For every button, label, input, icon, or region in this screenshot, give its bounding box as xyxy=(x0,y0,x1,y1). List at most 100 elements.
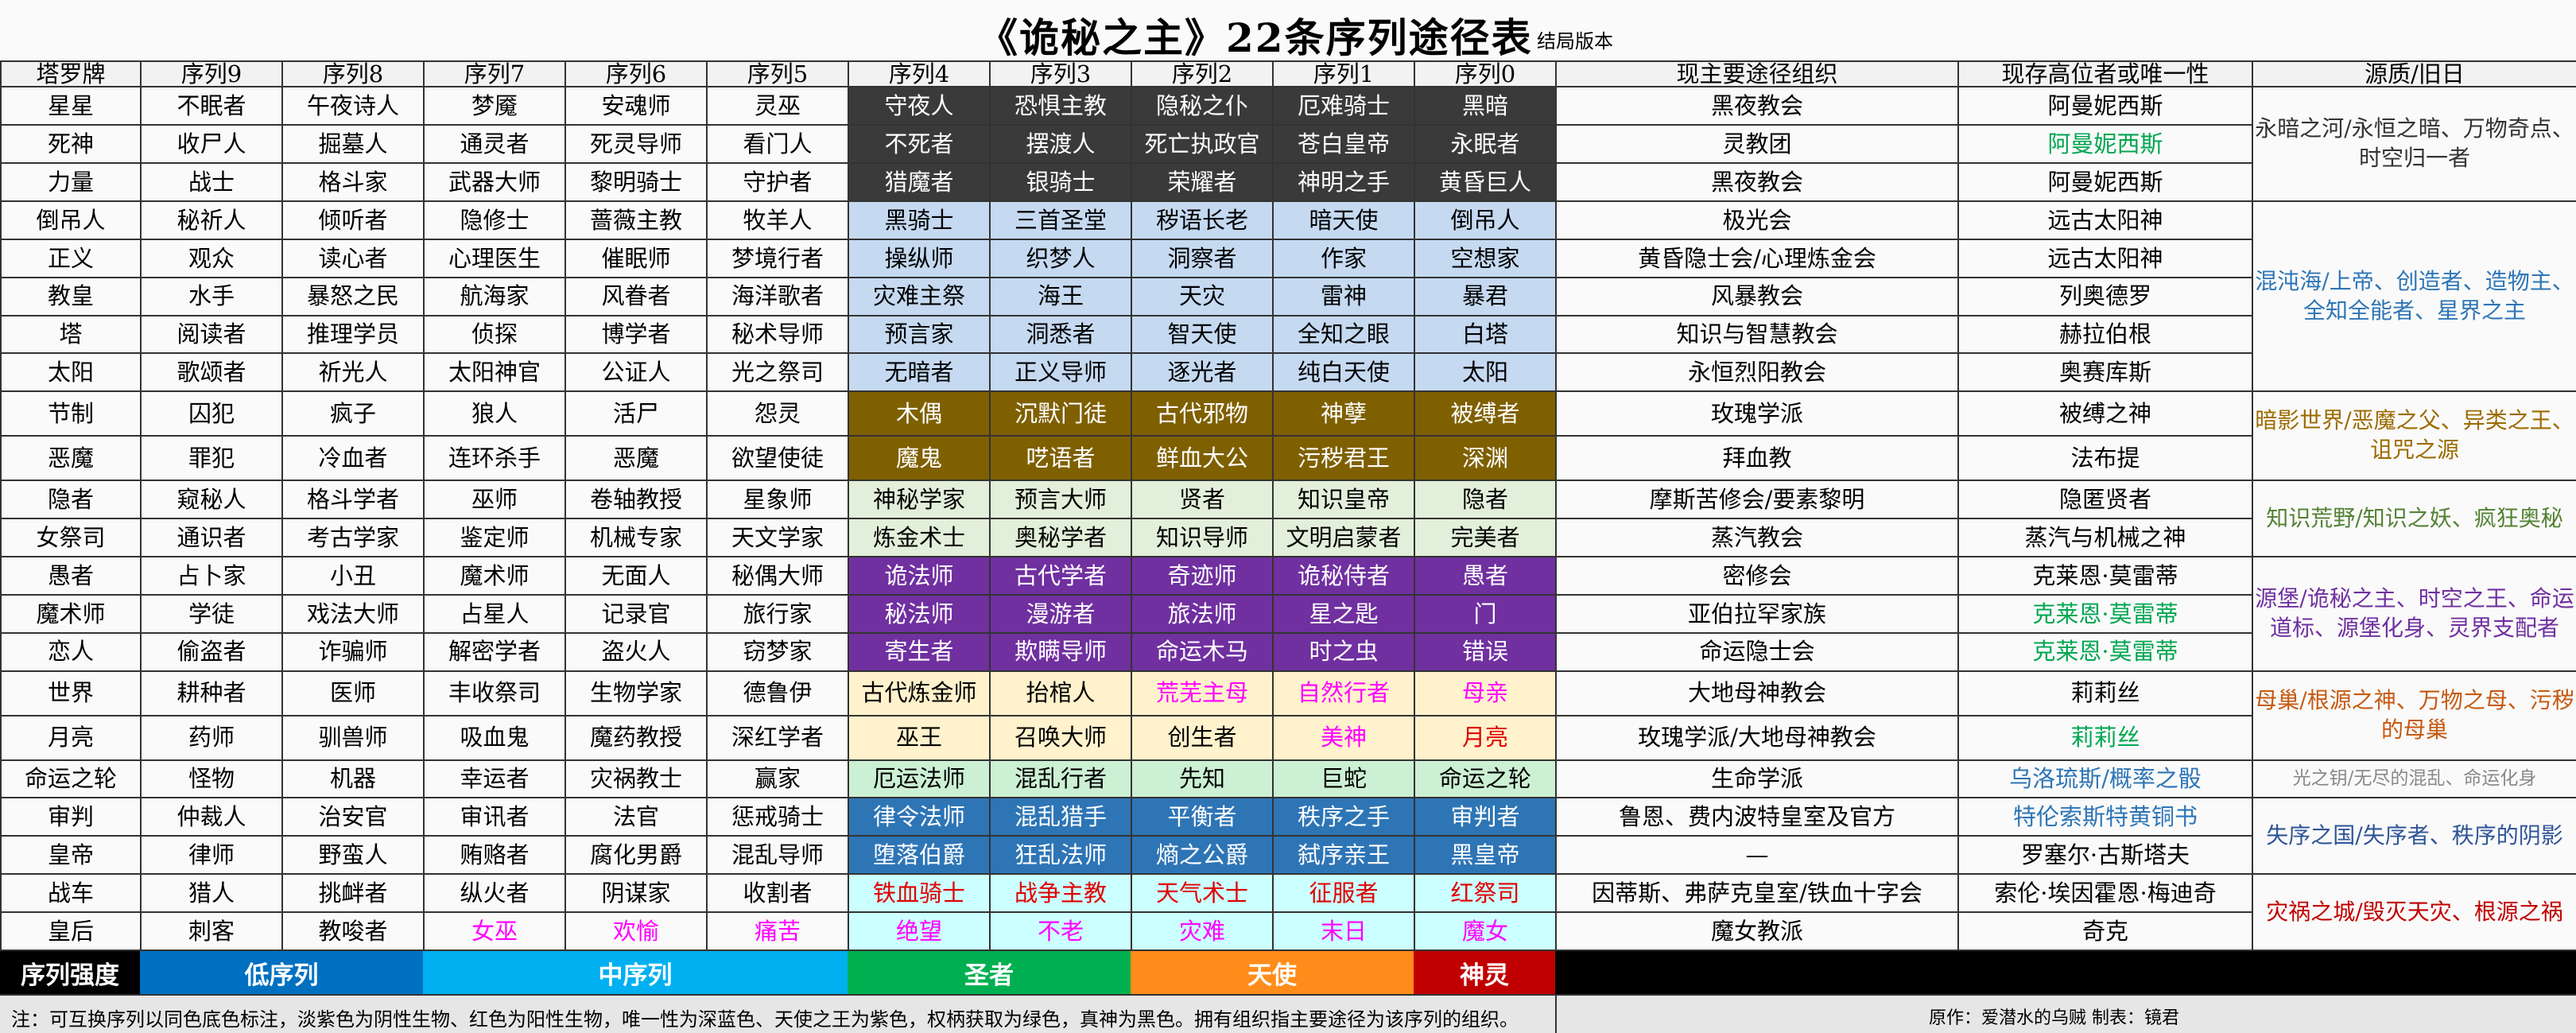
sequence-cell: 巫王 xyxy=(848,714,991,761)
holder-cell: 阿曼妮西斯 xyxy=(1957,86,2253,126)
sequence-cell: 推理学员 xyxy=(281,314,425,355)
sequence-cell: 罪犯 xyxy=(140,435,283,482)
organization-cell: 风暴教会 xyxy=(1555,276,1959,317)
sequence-cell: 挑衅者 xyxy=(281,873,425,914)
organization-cell: 鲁恩、费内波特皇室及官方 xyxy=(1555,797,1959,837)
table-row: 魔术师 学徒 戏法大师 占星人 记录官 旅行家 秘法师 漫游者 旅法师 星之匙门亚伯拉罕家族 克莱恩… xyxy=(0,593,2576,634)
sequence-cell: 小丑 xyxy=(281,556,425,596)
sequence-cell: 鲜血大公 xyxy=(1131,435,1274,482)
organization-cell: 知识与智慧教会 xyxy=(1555,314,1959,355)
sequence-cell: 创生者 xyxy=(1131,714,1274,761)
sequence-cell: 魔药教授 xyxy=(564,714,708,761)
sequence-cell: 秩序之手 xyxy=(1272,797,1415,837)
column-header: 序列1 xyxy=(1272,60,1415,88)
sequence-cell: 愚者 xyxy=(1414,556,1557,596)
sequence-cell: 征服者 xyxy=(1272,873,1415,914)
sequence-cell: 幸运者 xyxy=(423,759,566,799)
sequence-cell: 荣耀者 xyxy=(1131,162,1274,203)
table-row: 倒吊人 秘祈人 倾听者 隐修士 蔷薇主教 牧羊人 黑骑士 三首圣堂 秽语长老 暗天使 倒吊人 极光会远… xyxy=(0,200,2576,393)
sequence-cell: 诡秘侍者 xyxy=(1272,556,1415,596)
sequence-cell: 荒芜主母 xyxy=(1131,670,1274,716)
table-row: 皇帝 律师 野蛮人 贿赂者 腐化男爵 混乱导师 堕落伯爵 狂乱法师 熵之公爵 弑序亲王 黑皇帝 — 罗塞… xyxy=(0,835,2576,876)
sequence-cell: 魔女 xyxy=(1414,911,1557,951)
sequence-cell: 银骑士 xyxy=(989,162,1132,203)
sequence-cell: 海洋歌者 xyxy=(706,276,849,317)
sequence-cell: 疯子 xyxy=(281,390,425,437)
sequence-cell: 不死者 xyxy=(848,124,991,165)
sequence-cell: 生物学家 xyxy=(564,670,708,716)
sequence-cell: 狂乱法师 xyxy=(989,835,1132,876)
column-header: 序列6 xyxy=(564,60,708,88)
sequence-cell: 吸血鬼 xyxy=(423,714,566,761)
table-row: 世界 耕种者 医师 丰收祭司 生物学家 德鲁伊 古代炼金师 抬棺人 荒芜主母 自然行者 母亲 大地母神… xyxy=(0,670,2576,761)
sequence-cell: 木偶 xyxy=(848,390,991,437)
column-header: 序列7 xyxy=(423,60,566,88)
sequence-cell: 蔷薇主教 xyxy=(564,200,708,240)
tarot-cell: 战车 xyxy=(0,873,142,914)
sequence-cell: 黄昏巨人 xyxy=(1414,162,1557,203)
page-title: 《诡秘之主》22条序列途径表 xyxy=(978,14,1533,61)
sequence-cell: 水手 xyxy=(140,276,283,317)
table-row: 太阳 歌颂者 祈光人 太阳神官 公证人 光之祭司 无暗者 正义导师 逐光者 纯白天使 太阳 永恒烈阳教… xyxy=(0,352,2576,393)
sequence-cell: 戏法大师 xyxy=(281,593,425,634)
sequence-cell: 死亡执政官 xyxy=(1131,124,1274,165)
sequence-cell: 操纵师 xyxy=(848,238,991,278)
sequence-cell: 纵火者 xyxy=(423,873,566,914)
sequence-cell: 收割者 xyxy=(706,873,849,914)
table-row: 隐者 窥秘人 格斗学者 巫师 卷轴教授 星象师 神秘学家 预言大师 贤者 知识皇帝 隐者 摩斯苦修会/… xyxy=(0,480,2576,558)
footer: 注：可互换序列以同色底色标注，淡紫色为阴性生物、红色为阳性生物，唯一性为深蓝色、… xyxy=(0,994,2576,1033)
tarot-cell: 恶魔 xyxy=(0,435,142,482)
sequence-cell: 恐惧主教 xyxy=(989,86,1132,126)
holder-cell: 莉莉丝 xyxy=(1957,670,2253,716)
table-row: 女祭司 通识者 考古学家 鉴定师 机械专家 天文学家 炼金术士 奥秘学者 知识导师 文明启蒙者 完美… xyxy=(0,518,2576,558)
organization-cell: 亚伯拉罕家族 xyxy=(1555,593,1959,634)
sequence-cell: 考古学家 xyxy=(281,518,425,558)
sequence-cell: 逐光者 xyxy=(1131,352,1274,393)
sequence-cell: 驯兽师 xyxy=(281,714,425,761)
sequence-cell: 文明启蒙者 xyxy=(1272,518,1415,558)
sequence-cell: 医师 xyxy=(281,670,425,716)
column-header: 序列9 xyxy=(140,60,283,88)
holder-cell: 奇克 xyxy=(1957,911,2253,951)
tarot-cell: 死神 xyxy=(0,124,142,165)
sequence-cell: 灾难主祭 xyxy=(848,276,991,317)
table-row: 力量 战士 格斗家 武器大师 黎明骑士 守护者 猎魔者 银骑士 荣耀者 神明之手 黄昏巨人 黑夜教会阿… xyxy=(0,162,2576,203)
sequence-cell: 炼金术士 xyxy=(848,518,991,558)
sequence-cell: 呓语者 xyxy=(989,435,1132,482)
strength-low: 低序列 xyxy=(140,951,423,994)
organization-cell: 密修会 xyxy=(1555,556,1959,596)
sequence-cell: 怪物 xyxy=(140,759,283,799)
column-header: 序列4 xyxy=(848,60,991,88)
sequence-cell: 命运之轮 xyxy=(1414,759,1557,799)
sequence-cell: 守护者 xyxy=(706,162,849,203)
sequence-cell: 月亮 xyxy=(1414,714,1557,761)
sequence-cell: 猎魔者 xyxy=(848,162,991,203)
sequence-cell: 三首圣堂 xyxy=(989,200,1132,240)
sequence-cell: 古代邪物 xyxy=(1131,390,1274,437)
tarot-cell: 隐者 xyxy=(0,480,142,520)
sequence-cell: 沉默门徒 xyxy=(989,390,1132,437)
sequence-cell: 看门人 xyxy=(706,124,849,165)
tarot-cell: 力量 xyxy=(0,162,142,203)
sequence-cell: 洞悉者 xyxy=(989,314,1132,355)
holder-cell: 远古太阳神 xyxy=(1957,238,2253,278)
tarot-cell: 太阳 xyxy=(0,352,142,393)
sequence-cell: 深渊 xyxy=(1414,435,1557,482)
sequence-cell: 不眠者 xyxy=(140,86,283,126)
sequence-cell: 掘墓人 xyxy=(281,124,425,165)
holder-cell: 克莱恩·莫雷蒂 xyxy=(1957,593,2253,634)
sequence-cell: 魔鬼 xyxy=(848,435,991,482)
sequence-cell: 古代学者 xyxy=(989,556,1132,596)
sequence-cell: 太阳神官 xyxy=(423,352,566,393)
sequence-cell: 平衡者 xyxy=(1131,797,1274,837)
sequence-cell: 活尸 xyxy=(564,390,708,437)
sequence-cell: 占卜家 xyxy=(140,556,283,596)
sequence-cell: 猎人 xyxy=(140,873,283,914)
sequence-cell: 刺客 xyxy=(140,911,283,951)
holder-cell: 克莱恩·莫雷蒂 xyxy=(1957,556,2253,596)
sequence-cell: 召唤大师 xyxy=(989,714,1132,761)
source-cell: 灾祸之城/毁灭天灾、根源之祸 xyxy=(2252,873,2576,951)
strength-god: 神灵 xyxy=(1414,951,1555,994)
holder-cell: 克莱恩·莫雷蒂 xyxy=(1957,631,2253,672)
sequence-cell: 先知 xyxy=(1131,759,1274,799)
